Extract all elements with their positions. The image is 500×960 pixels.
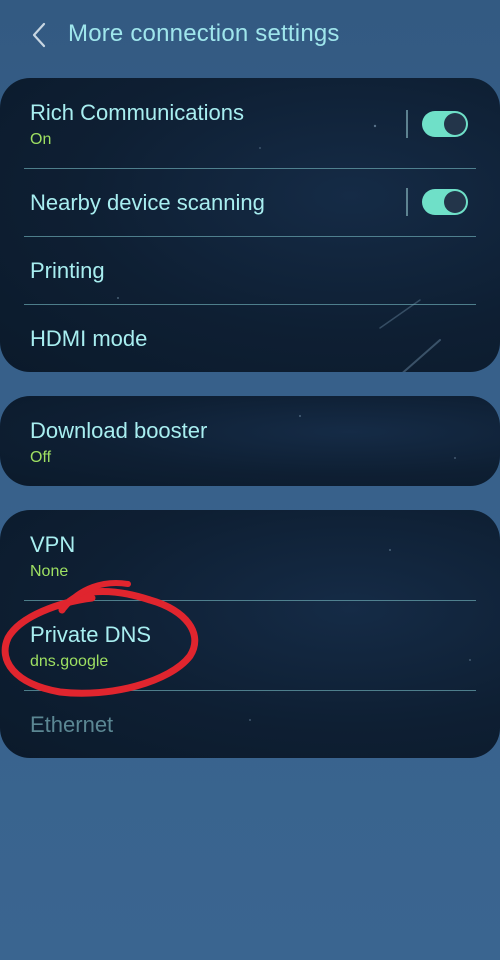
rich-communications-status: On — [30, 131, 52, 148]
vpn-status: None — [30, 563, 69, 580]
connection-settings-card: Rich Communications On Nearby device sca… — [0, 78, 500, 372]
rich-communications-toggle[interactable] — [422, 111, 468, 137]
back-button[interactable] — [22, 18, 56, 52]
setting-row-rich-communications[interactable]: Rich Communications On — [0, 78, 500, 168]
ethernet-label: Ethernet — [30, 712, 114, 737]
toggle-separator — [406, 188, 408, 216]
rich-communications-label: Rich Communications — [30, 100, 244, 125]
printing-label: Printing — [30, 258, 105, 283]
app-header: More connection settings — [0, 0, 500, 72]
private-dns-label: Private DNS — [30, 622, 152, 647]
download-booster-card: Download booster Off — [0, 396, 500, 486]
setting-row-download-booster[interactable]: Download booster Off — [0, 396, 500, 486]
download-booster-status: Off — [30, 449, 52, 466]
hdmi-mode-label: HDMI mode — [30, 326, 148, 351]
private-dns-status: dns.google — [30, 653, 109, 670]
chevron-left-icon — [32, 22, 46, 48]
nearby-device-scanning-toggle[interactable] — [422, 189, 468, 215]
toggle-separator — [406, 110, 408, 138]
toggle-knob — [444, 191, 466, 213]
vpn-label: VPN — [30, 532, 76, 557]
setting-row-ethernet: Ethernet — [0, 690, 500, 758]
setting-row-vpn[interactable]: VPN None — [0, 510, 500, 600]
setting-row-hdmi-mode[interactable]: HDMI mode — [0, 304, 500, 372]
nearby-device-scanning-label: Nearby device scanning — [30, 190, 265, 215]
toggle-knob — [444, 113, 466, 135]
setting-row-printing[interactable]: Printing — [0, 236, 500, 304]
page-title: More connection settings — [68, 20, 340, 47]
download-booster-label: Download booster — [30, 418, 208, 443]
setting-row-private-dns[interactable]: Private DNS dns.google — [0, 600, 500, 690]
network-settings-card: VPN None Private DNS dns.google Ethernet — [0, 510, 500, 758]
setting-row-nearby-device-scanning[interactable]: Nearby device scanning — [0, 168, 500, 236]
